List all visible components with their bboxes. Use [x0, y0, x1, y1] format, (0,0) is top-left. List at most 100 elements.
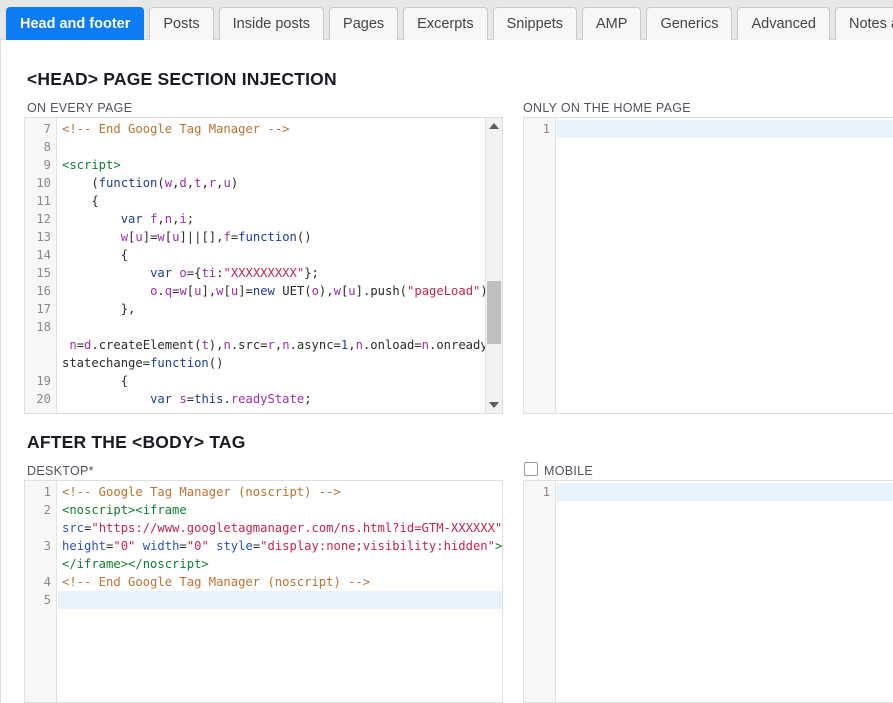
code-token: ={ [186, 266, 202, 280]
code-token: { [62, 374, 129, 388]
code-line[interactable]: <script> [58, 156, 502, 174]
code-line[interactable]: height="0" width="0" style="display:none… [58, 537, 502, 555]
code-line[interactable]: n=d.createElement(t),n.src=r,n.async=1,n… [58, 336, 502, 354]
line-number: 1 [542, 485, 550, 499]
code-token: { [62, 248, 129, 262]
code-token: <!-- End Google Tag Manager (noscript) -… [62, 575, 371, 589]
code-token: <script> [62, 158, 121, 172]
line-number: 7 [43, 122, 51, 136]
code-token: n [282, 338, 290, 352]
code-line[interactable]: <!-- End Google Tag Manager (noscript) -… [58, 573, 502, 591]
scrollbar-thumb[interactable] [487, 281, 501, 345]
tab-excerpts[interactable]: Excerpts [403, 7, 488, 40]
code-token: ].push( [355, 284, 408, 298]
line-number [25, 555, 56, 573]
code-token: s [179, 392, 187, 406]
editor-code-area[interactable] [557, 118, 893, 413]
line-number: 1 [43, 485, 51, 499]
editor-gutter: 1 [524, 481, 556, 702]
code-token: o [311, 284, 319, 298]
editor-head-home-page[interactable]: 1 [523, 117, 893, 414]
code-token: ( [157, 176, 165, 190]
tab-inside-posts[interactable]: Inside posts [218, 7, 325, 40]
code-line[interactable]: var s=this.readyState; [58, 390, 502, 408]
editor-vertical-scrollbar[interactable] [485, 118, 502, 413]
code-token: width [142, 539, 180, 553]
editor-code-area[interactable]: <!-- Google Tag Manager (noscript) --> <n… [58, 481, 502, 702]
code-line[interactable]: <!-- Google Tag Manager (noscript) --> [58, 483, 502, 501]
editor-head-every-page[interactable]: 7 8 9 10 11 12 13 14 15 16 17 18 19 20 <!-- End Googl… [24, 117, 503, 414]
line-number: 3 [43, 539, 51, 553]
code-token: "pageLoad" [407, 284, 481, 298]
code-line[interactable]: <!-- End Google Tag Manager --> [58, 120, 502, 138]
line-number: 9 [43, 158, 51, 172]
tab-posts[interactable]: Posts [149, 7, 214, 40]
settings-content: <HEAD> PAGE SECTION INJECTION ON EVERY P… [0, 40, 893, 703]
code-token: w [164, 176, 173, 190]
tab-snippets[interactable]: Snippets [492, 7, 578, 40]
code-line[interactable]: (function(w,d,t,r,u) [58, 174, 502, 192]
editor-gutter: 1 [524, 118, 556, 413]
line-number: 17 [36, 302, 51, 316]
code-token: .onload= [362, 338, 422, 352]
code-token: . [223, 392, 231, 406]
code-token: UET( [274, 284, 312, 298]
code-token: t [201, 338, 209, 352]
editor-body-mobile[interactable]: 1 [523, 480, 893, 703]
code-token: </iframe></noscript> [62, 557, 209, 571]
code-line[interactable]: var o={ti:"XXXXXXXXX"}; [58, 264, 502, 282]
code-line[interactable] [557, 483, 893, 501]
code-token: . [157, 284, 165, 298]
code-line[interactable]: </iframe></noscript> [58, 555, 502, 573]
code-line[interactable] [557, 120, 893, 138]
editor-body-desktop[interactable]: 1 2 3 4 5 <!-- Google Tag Manager (noscript)… [24, 480, 503, 703]
tab-advanced[interactable]: Advanced [737, 7, 830, 40]
code-line[interactable]: { [58, 372, 502, 390]
line-number: 16 [36, 284, 51, 298]
line-number: 14 [36, 248, 51, 262]
code-token: <noscript><iframe [62, 503, 187, 517]
scroll-down-arrow-icon[interactable] [486, 397, 502, 413]
code-token: q [164, 284, 173, 298]
code-line[interactable]: { [58, 192, 502, 210]
code-token: "https://www.googletagmanager.com/ns.htm… [91, 521, 502, 535]
tab-notes-and[interactable]: Notes and... [834, 7, 893, 40]
scroll-up-arrow-icon[interactable] [486, 118, 502, 134]
code-token: }, [62, 302, 136, 316]
code-line[interactable]: o.q=w[u],w[u]=new UET(o),w[u].push("page… [58, 282, 502, 300]
tab-generics[interactable]: Generics [646, 7, 733, 40]
line-number: 5 [43, 593, 51, 607]
code-token: ) [230, 176, 239, 190]
tab-head-and-footer[interactable]: Head and footer [6, 7, 145, 40]
code-line[interactable]: w[u]=w[u]||[],f=function() [58, 228, 502, 246]
code-line[interactable]: <noscript><iframe [58, 501, 502, 519]
tab-pages[interactable]: Pages [329, 7, 399, 40]
code-token: function [98, 176, 158, 190]
editor-code-area[interactable]: <!-- End Google Tag Manager --> <script>… [58, 118, 502, 413]
code-token: = [76, 338, 85, 352]
code-line[interactable]: }, [58, 300, 502, 318]
code-token: w [216, 284, 224, 298]
code-line[interactable] [58, 318, 502, 336]
editor-gutter: 1 2 3 4 5 [25, 481, 57, 702]
code-token: style [216, 539, 253, 553]
line-number: 10 [36, 176, 51, 190]
code-line[interactable]: { [58, 246, 502, 264]
tab-amp[interactable]: AMP [582, 7, 642, 40]
code-line[interactable]: src="https://www.googletagmanager.com/ns… [58, 519, 502, 537]
tab-bar: Head and footer Posts Inside posts Pages Exc… [0, 0, 893, 40]
code-line[interactable] [58, 591, 502, 609]
code-line[interactable] [58, 138, 502, 156]
line-number: 11 [36, 194, 51, 208]
editor-code-area[interactable] [557, 481, 893, 702]
code-line[interactable]: statechange=function() [58, 354, 502, 372]
code-line[interactable]: var f,n,i; [58, 210, 502, 228]
mobile-checkbox[interactable] [524, 462, 538, 476]
code-token: src [62, 521, 85, 535]
code-token: n [164, 212, 173, 226]
